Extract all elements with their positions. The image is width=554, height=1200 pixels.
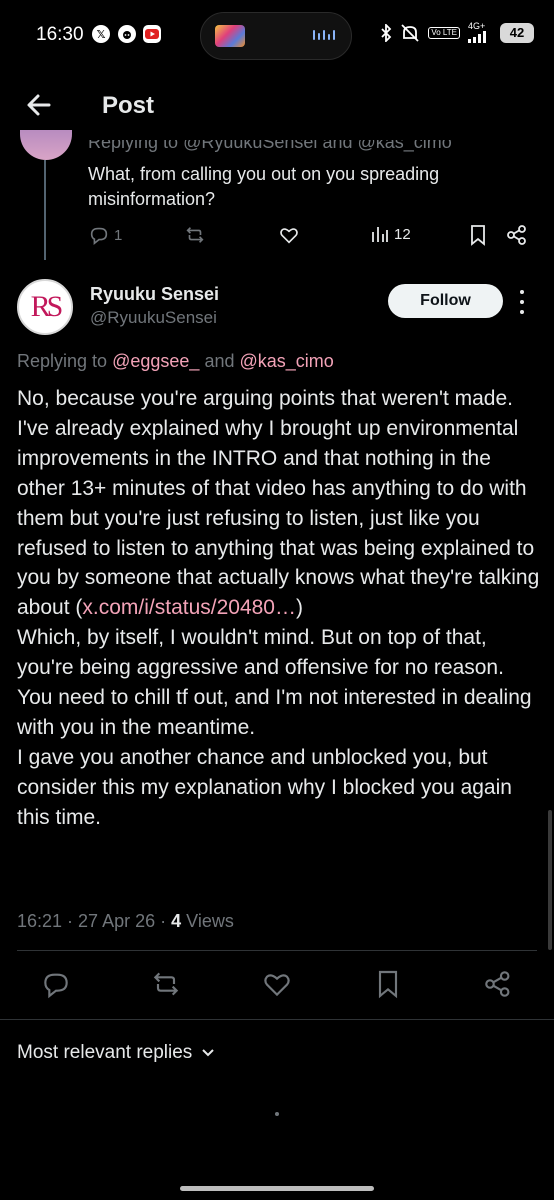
reddit-notification-icon — [118, 25, 136, 43]
author-avatar[interactable]: RS — [17, 279, 73, 335]
previous-reply-avatar[interactable] — [20, 130, 72, 160]
replying-to: Replying to @eggsee_ and @kas_cimo — [17, 351, 334, 371]
more-dot-icon — [520, 290, 524, 294]
loading-indicator — [275, 1112, 279, 1116]
tweet-paragraph: I gave you another chance and unblocked … — [17, 745, 512, 829]
mute-icon — [400, 23, 420, 42]
more-options-button[interactable] — [515, 290, 529, 314]
reply-icon — [44, 973, 68, 999]
bookmark-icon — [471, 225, 485, 246]
previous-replying-to: Replying to @RyuukuSensei and @kas_cimo — [88, 132, 452, 152]
bookmark-button[interactable] — [468, 224, 488, 246]
views-button[interactable]: 12 — [370, 224, 411, 244]
replies-sort-dropdown[interactable]: Most relevant replies — [17, 1042, 216, 1064]
author-name[interactable]: Ryuuku Sensei — [90, 284, 219, 305]
reply-button[interactable] — [40, 968, 72, 1000]
status-time: 16:30 — [36, 24, 84, 45]
repost-button[interactable] — [150, 968, 182, 1000]
share-icon — [485, 971, 510, 997]
status-link[interactable]: x.com/i/status/20480… — [82, 596, 296, 619]
back-button[interactable] — [22, 88, 56, 122]
repost-icon — [153, 972, 179, 996]
tweet-paragraph: No, because you're arguing points that w… — [17, 387, 540, 620]
views-label: Views — [186, 911, 234, 931]
share-button[interactable] — [482, 968, 514, 1000]
tweet-body: No, because you're arguing points that w… — [17, 384, 542, 833]
tweet-date: 27 Apr 26 — [78, 911, 156, 931]
previous-reply-text: What, from calling you out on you spread… — [88, 164, 440, 209]
volte-badge: Vo LTE — [428, 26, 460, 39]
more-dot-icon — [520, 310, 524, 314]
reply-icon — [90, 227, 108, 245]
media-thumbnail — [215, 25, 245, 47]
divider — [17, 950, 537, 951]
views-count: 4 — [171, 911, 182, 931]
bluetooth-icon — [380, 23, 392, 42]
mention-link[interactable]: @eggsee_ — [112, 351, 199, 371]
share-icon — [507, 225, 526, 245]
more-dot-icon — [520, 300, 524, 304]
share-button[interactable] — [506, 224, 528, 246]
reply-count: 1 — [114, 226, 123, 244]
x-app-notification-icon: 𝕏 — [92, 25, 110, 43]
tweet-time: 16:21 — [17, 911, 63, 931]
like-button[interactable] — [261, 968, 293, 1000]
tweet-paragraph: You need to chill tf out, and I'm not in… — [17, 686, 532, 739]
back-arrow-icon — [27, 94, 51, 116]
chevron-down-icon — [202, 1049, 215, 1057]
tweet-actions — [0, 968, 554, 1004]
home-indicator[interactable] — [180, 1186, 374, 1191]
author-handle[interactable]: @RyuukuSensei — [90, 308, 217, 328]
reply-button[interactable]: 1 — [88, 224, 122, 246]
audio-waveform-icon — [313, 30, 335, 40]
battery-indicator: 42 — [500, 22, 534, 43]
repost-icon — [186, 227, 204, 243]
mention-link[interactable]: @RyuukuSensei — [183, 140, 317, 152]
mention-link[interactable]: @kas_cimo — [358, 140, 452, 152]
mention-link[interactable]: @kas_cimo — [240, 351, 334, 371]
divider — [0, 1019, 554, 1020]
avatar-logo: RS — [30, 290, 64, 323]
status-indicators: Vo LTE 4G+ 42 — [380, 22, 534, 43]
follow-button[interactable]: Follow — [388, 284, 503, 318]
views-count: 12 — [394, 225, 411, 243]
bookmark-button[interactable] — [372, 968, 404, 1000]
repost-button[interactable] — [184, 224, 206, 246]
thread-connector-line — [44, 160, 46, 260]
views-chart-icon — [372, 227, 388, 242]
heart-icon — [264, 974, 290, 997]
bookmark-icon — [378, 970, 398, 999]
tweet-meta: 16:21 · 27 Apr 26 · 4 Views — [17, 911, 234, 931]
network-type: 4G+ — [468, 21, 486, 31]
heart-icon — [280, 228, 298, 244]
signal-bars-icon — [468, 31, 486, 43]
previous-reply-actions: 1 12 — [88, 224, 528, 250]
tweet-paragraph: Which, by itself, I wouldn't mind. But o… — [17, 626, 504, 680]
youtube-notification-icon — [143, 25, 161, 43]
page-title: Post — [102, 92, 155, 119]
replies-sort-label: Most relevant replies — [17, 1042, 193, 1063]
dynamic-island-media[interactable] — [200, 12, 352, 60]
scrollbar[interactable] — [548, 810, 552, 950]
signal-indicator: 4G+ — [468, 22, 492, 43]
like-button[interactable] — [278, 224, 300, 246]
